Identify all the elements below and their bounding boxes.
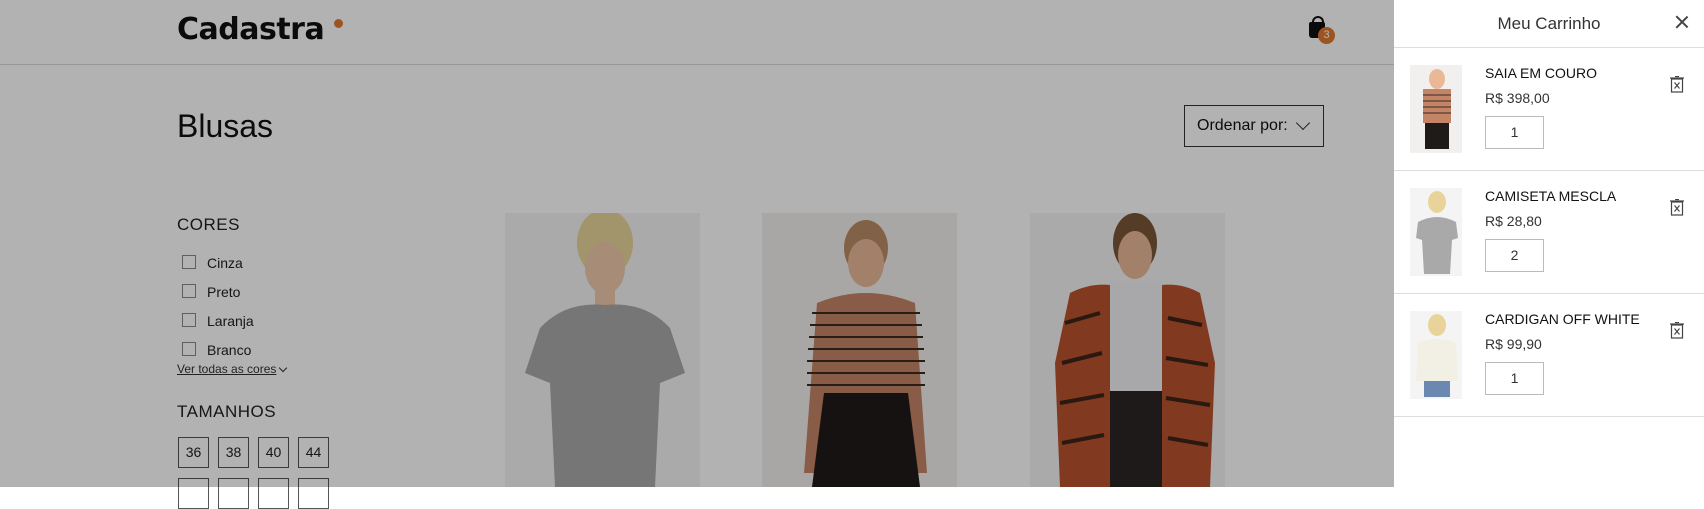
close-icon[interactable]	[1674, 14, 1690, 30]
quantity-field[interactable]: 2	[1485, 239, 1544, 272]
cart-item-name: SAIA EM COURO	[1485, 65, 1598, 81]
quantity-field[interactable]: 1	[1485, 116, 1544, 149]
cart-item-name: CAMISETA MESCLA	[1485, 188, 1617, 204]
quantity-field[interactable]: 1	[1485, 362, 1544, 395]
cart-title: Meu Carrinho	[1497, 14, 1601, 33]
cart-drawer-header: Meu Carrinho	[1394, 0, 1704, 48]
cart-drawer: Meu Carrinho SAIA EM COURO R$ 398,00 1 C…	[1394, 0, 1704, 487]
cart-item: CAMISETA MESCLA R$ 28,80 2	[1394, 171, 1704, 294]
cart-item-thumbnail[interactable]	[1410, 65, 1462, 153]
cart-item-price: R$ 398,00	[1485, 90, 1550, 106]
cart-item: CARDIGAN OFF WHITE R$ 99,90 1	[1394, 294, 1704, 417]
cart-item-name: CARDIGAN OFF WHITE	[1485, 311, 1640, 327]
cart-item-price: R$ 99,90	[1485, 336, 1542, 352]
cart-item-thumbnail[interactable]	[1410, 188, 1462, 276]
modal-overlay[interactable]	[0, 0, 1394, 487]
cart-item-price: R$ 28,80	[1485, 213, 1542, 229]
cart-item: SAIA EM COURO R$ 398,00 1	[1394, 48, 1704, 171]
page: Cadastra 3 Blusas Ordenar por: CORES Cin…	[0, 0, 1704, 509]
delete-icon[interactable]	[1670, 322, 1684, 339]
cart-item-thumbnail[interactable]	[1410, 311, 1462, 399]
delete-icon[interactable]	[1670, 76, 1684, 93]
delete-icon[interactable]	[1670, 199, 1684, 216]
